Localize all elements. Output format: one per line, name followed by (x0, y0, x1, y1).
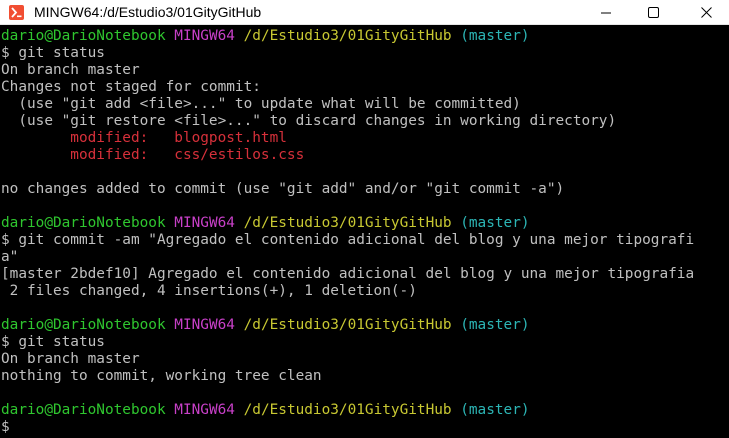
minimize-icon (601, 12, 611, 13)
prompt-msystem: MINGW64 (174, 28, 235, 44)
prompt-msystem: MINGW64 (174, 317, 235, 333)
close-icon (700, 7, 712, 18)
modified-label: modified: (1, 130, 175, 146)
output-line: On branch master (1, 62, 140, 78)
prompt-path: /d/Estudio3/01GityGitHub (243, 402, 452, 418)
output-line: On branch master (1, 351, 140, 367)
prompt-line: dario@DarioNotebook MINGW64 /d/Estudio3/… (1, 317, 530, 334)
prompt-user-host: dario@DarioNotebook (1, 317, 166, 333)
command-line: $ git status (1, 45, 105, 61)
modified-file-line: modified: blogpost.html (1, 130, 287, 147)
prompt-branch: (master) (460, 317, 530, 333)
prompt-user-host: dario@DarioNotebook (1, 215, 166, 231)
prompt-line: dario@DarioNotebook MINGW64 /d/Estudio3/… (1, 215, 530, 232)
command-line: $ git commit -am "Agregado el contenido … (1, 232, 695, 248)
command-input-line[interactable]: $ (1, 419, 10, 436)
output-line: 2 files changed, 4 insertions(+), 1 dele… (1, 283, 417, 299)
prompt-branch: (master) (460, 28, 530, 44)
prompt-symbol: $ (1, 419, 10, 435)
output-line: nothing to commit, working tree clean (1, 368, 322, 384)
command-line-wrap: a" (1, 249, 19, 265)
prompt-msystem: MINGW64 (174, 402, 235, 418)
output-line: [master 2bdef10] Agregado el contenido a… (1, 266, 695, 282)
prompt-user-host: dario@DarioNotebook (1, 402, 166, 418)
terminal-area[interactable]: dario@DarioNotebook MINGW64 /d/Estudio3/… (0, 26, 729, 438)
prompt-line: dario@DarioNotebook MINGW64 /d/Estudio3/… (1, 402, 530, 419)
prompt-branch: (master) (460, 402, 530, 418)
output-line: (use "git restore <file>..." to discard … (1, 113, 617, 129)
prompt-path: /d/Estudio3/01GityGitHub (243, 28, 452, 44)
prompt-branch: (master) (460, 215, 530, 231)
close-button[interactable] (683, 0, 729, 25)
modified-label: modified: (1, 147, 175, 163)
prompt-line: dario@DarioNotebook MINGW64 /d/Estudio3/… (1, 28, 530, 45)
maximize-button[interactable] (630, 0, 676, 25)
modified-file: css/estilos.css (174, 147, 305, 163)
minimize-button[interactable] (583, 0, 629, 25)
command-line: $ git status (1, 334, 105, 350)
maximize-icon (647, 7, 659, 18)
prompt-msystem: MINGW64 (174, 215, 235, 231)
output-line: (use "git add <file>..." to update what … (1, 96, 521, 112)
modified-file-line: modified: css/estilos.css (1, 147, 304, 164)
git-bash-icon (9, 5, 24, 20)
prompt-user-host: dario@DarioNotebook (1, 28, 166, 44)
title-bar[interactable]: MINGW64:/d/Estudio3/01GityGitHub (0, 0, 729, 25)
window-title: MINGW64:/d/Estudio3/01GityGitHub (34, 4, 262, 20)
modified-file: blogpost.html (174, 130, 287, 146)
prompt-path: /d/Estudio3/01GityGitHub (243, 215, 452, 231)
output-line: Changes not staged for commit: (1, 79, 261, 95)
output-line: no changes added to commit (use "git add… (1, 181, 565, 197)
prompt-path: /d/Estudio3/01GityGitHub (243, 317, 452, 333)
